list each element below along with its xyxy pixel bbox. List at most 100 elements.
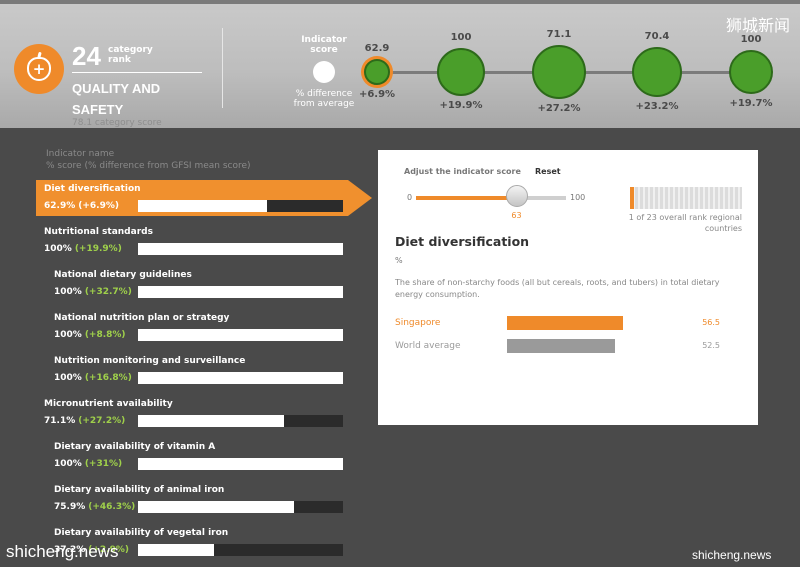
score-node-diff: +27.2% xyxy=(537,103,581,114)
indicator-diff: (+6.9%) xyxy=(78,201,119,211)
indicator-diff: (+8.8%) xyxy=(84,330,126,340)
score-circle[interactable] xyxy=(729,50,773,94)
indicator-diff: (+46.3%) xyxy=(88,502,136,512)
indicator-bar-fill xyxy=(138,200,268,212)
score-node-diff: +6.9% xyxy=(358,89,396,100)
indicator-name: Diet diversification xyxy=(44,184,141,194)
comparison-bar xyxy=(507,316,624,330)
indicator-row[interactable]: National nutrition plan or strategy 100%(… xyxy=(36,309,348,345)
indicator-bar xyxy=(138,286,343,298)
list-header-name: Indicator name xyxy=(46,149,115,159)
legend-dot xyxy=(313,61,335,83)
indicator-diff: (+27.2%) xyxy=(78,416,126,426)
indicator-diff: (+19.9%) xyxy=(74,244,122,254)
indicator-score: 100% (+16.8%) xyxy=(54,373,132,383)
comparison-label: World average xyxy=(395,341,461,351)
indicator-pct: 100% xyxy=(54,330,82,340)
score-slider[interactable] xyxy=(416,196,566,200)
indicator-bar xyxy=(138,458,343,470)
category-rank-label: category rank xyxy=(108,45,153,65)
indicator-row[interactable]: National dietary guidelines 100% (+32.7%) xyxy=(36,266,348,302)
category-score: 78.1 category score xyxy=(72,118,162,128)
comparison-row: World average 52.5 xyxy=(395,339,740,355)
comparison-label: Singapore xyxy=(395,318,441,328)
indicator-score-label: Indicator score xyxy=(301,35,347,55)
indicator-row[interactable]: Diet diversification 62.9% (+6.9%) xyxy=(36,180,348,216)
indicator-diff: (+31%) xyxy=(84,459,123,469)
slider-value: 63 xyxy=(511,211,522,220)
detail-unit: % xyxy=(395,256,403,265)
watermark-top: 狮城新闻 xyxy=(725,16,790,35)
indicator-row[interactable]: Nutrition monitoring and surveillance 100… xyxy=(36,352,348,388)
indicator-pct: 100% xyxy=(54,459,82,469)
list-header: Indicator name % score (% difference fro… xyxy=(46,148,251,172)
indicator-row[interactable]: Micronutrient availability 71.1% (+27.2%) xyxy=(36,395,348,431)
indicator-row[interactable]: Dietary availability of animal iron 75.9%… xyxy=(36,481,348,517)
indicator-name: Micronutrient availability xyxy=(44,399,173,409)
indicator-diff: (+16.8%) xyxy=(84,373,132,383)
indicator-score: 100% (+19.9%) xyxy=(44,244,122,254)
indicator-score: 100% (+31%) xyxy=(54,459,122,469)
rank-text: 1 of 23 overall rank regional countries xyxy=(628,213,742,233)
score-node-value: 100 xyxy=(450,32,472,43)
indicator-name: National nutrition plan or strategy xyxy=(54,313,230,323)
score-node-value: 62.9 xyxy=(364,43,390,54)
indicator-bar xyxy=(138,544,343,556)
indicator-name: Dietary availability of vitamin A xyxy=(54,442,216,452)
indicator-name: Nutritional standards xyxy=(44,227,153,237)
comparison-value: 56.5 xyxy=(702,318,720,327)
indicator-bar xyxy=(138,243,343,255)
indicator-pct: 71.1% xyxy=(44,416,76,426)
indicator-pct: 100% xyxy=(54,373,82,383)
watermark-bottom-right: shicheng.news xyxy=(692,548,772,562)
indicator-bar-fill xyxy=(138,458,343,470)
rank-bar xyxy=(630,187,742,209)
category-rank-number: 24 xyxy=(72,41,101,71)
indicator-score: 75.9% (+46.3%) xyxy=(54,502,135,512)
indicator-name: National dietary guidelines xyxy=(54,270,192,280)
score-node-diff: +19.7% xyxy=(729,98,773,109)
score-circle[interactable] xyxy=(364,59,390,85)
slider-fill xyxy=(416,196,511,200)
active-pointer xyxy=(348,180,372,216)
indicator-bar xyxy=(138,415,343,427)
slider-max: 100 xyxy=(570,193,586,202)
indicator-bar xyxy=(138,501,343,513)
list-header-score: % score (% difference from GFSI mean sco… xyxy=(46,161,251,171)
detail-title: Diet diversification xyxy=(395,234,530,249)
indicator-bar-fill xyxy=(138,544,214,556)
comparison-bar xyxy=(507,339,616,353)
indicator-bar xyxy=(138,329,343,341)
score-circle[interactable] xyxy=(632,47,682,97)
adjust-label: Adjust the indicator score xyxy=(404,167,521,176)
indicator-bar-fill xyxy=(138,286,343,298)
slider-handle[interactable] xyxy=(505,185,528,207)
indicator-pct: 62.9% xyxy=(44,201,76,211)
watermark-bottom-left: shicheng.news xyxy=(6,542,119,561)
slider-min: 0 xyxy=(407,193,413,202)
score-node-diff: +19.9% xyxy=(439,100,483,111)
indicator-name: Dietary availability of vegetal iron xyxy=(54,528,229,538)
indicator-row[interactable]: Nutritional standards 100% (+19.9%) xyxy=(36,223,348,259)
reset-button[interactable]: Reset xyxy=(535,167,561,176)
header-divider xyxy=(222,28,223,108)
indicator-bar xyxy=(138,372,343,384)
score-circle[interactable] xyxy=(532,45,586,99)
score-circle[interactable] xyxy=(437,48,485,96)
indicator-bar xyxy=(138,200,343,212)
score-node-diff: +23.2% xyxy=(635,101,679,112)
detail-panel: Adjust the indicator score Reset 0 63 10… xyxy=(378,150,758,425)
apple-plus-icon: + xyxy=(27,57,51,81)
detail-description: The share of non-starchy foods (all but … xyxy=(395,278,720,299)
indicator-bar-fill xyxy=(138,415,284,427)
indicator-score: 100% (+8.8%) xyxy=(54,330,126,340)
indicator-pct: 100% xyxy=(44,244,72,254)
indicator-score: 100% (+32.7%) xyxy=(54,287,132,297)
indicator-bar-fill xyxy=(138,243,343,255)
header: + 24 category rank QUALITY AND SAFETY 78… xyxy=(0,0,800,128)
indicator-bar-fill xyxy=(138,501,294,513)
indicator-pct: 75.9% xyxy=(54,502,86,512)
title-divider xyxy=(72,72,202,73)
indicator-row[interactable]: Dietary availability of vitamin A 100% (+3… xyxy=(36,438,348,474)
score-node-value: 70.4 xyxy=(644,31,670,42)
